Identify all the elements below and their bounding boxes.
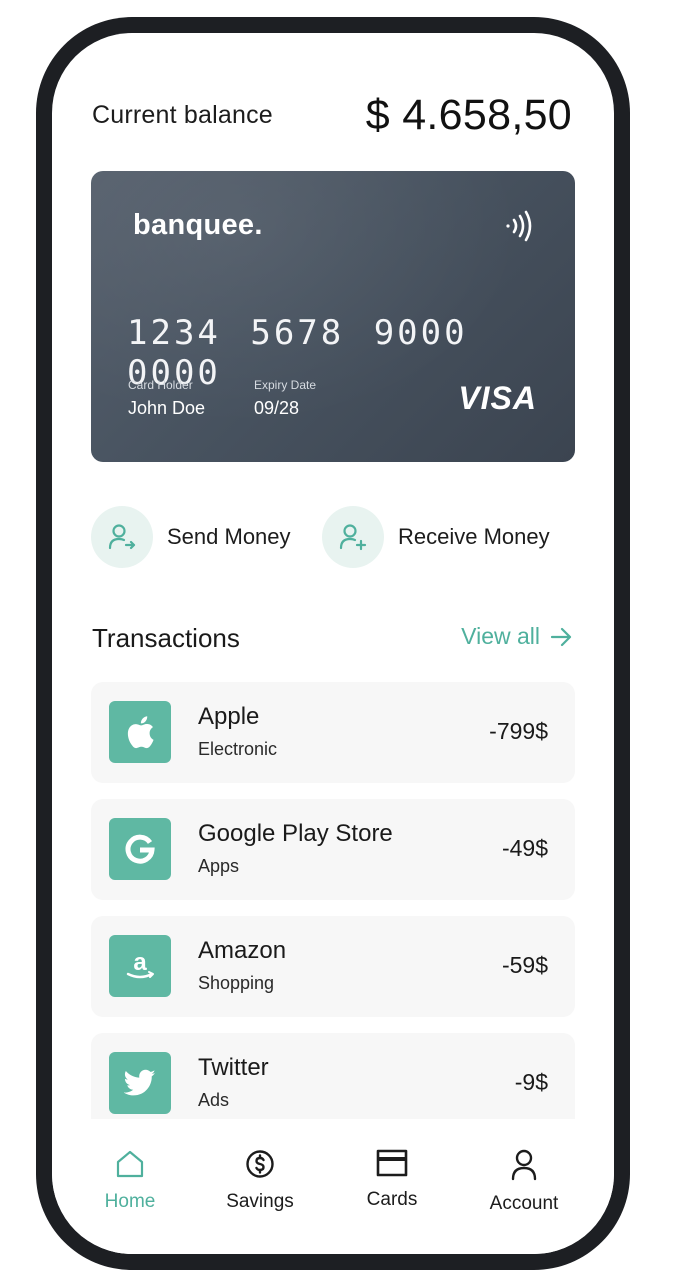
visa-logo: VISA — [458, 380, 537, 416]
user-receive-icon — [322, 506, 384, 568]
view-all-label: View all — [461, 623, 540, 649]
app-screen: Current balance $ 4.658,50 banquee. 1234… — [52, 33, 614, 1254]
transaction-row[interactable]: Google Play Store Apps -49$ — [91, 799, 575, 900]
transaction-row[interactable]: a Amazon Shopping -59$ — [91, 916, 575, 1017]
card-expiry-date: 09/28 — [254, 398, 300, 418]
nav-home-label: Home — [104, 1191, 156, 1212]
card-holder-label: Card Holder — [128, 378, 193, 392]
transaction-category: Apps — [198, 856, 240, 876]
apple-icon — [109, 701, 171, 763]
google-icon — [109, 818, 171, 880]
balance-label: Current balance — [92, 101, 273, 129]
svg-text:a: a — [133, 949, 147, 976]
arrow-right-icon — [550, 627, 572, 646]
nfc-icon — [506, 210, 532, 242]
home-icon — [116, 1150, 144, 1178]
transaction-name: Google Play Store — [198, 820, 393, 847]
bank-card[interactable]: banquee. 1234 5678 9000 0000 Card Holder… — [91, 171, 575, 462]
balance-amount: $ 4.658,50 — [365, 91, 572, 139]
transaction-amount: -49$ — [501, 835, 548, 861]
transaction-amount: -59$ — [501, 952, 548, 978]
card-icon — [376, 1149, 408, 1177]
transaction-amount: -799$ — [489, 718, 548, 744]
card-brand-logo: banquee. — [133, 209, 263, 241]
nav-cards-label: Cards — [366, 1189, 418, 1210]
receive-money-label: Receive Money — [398, 524, 550, 549]
transaction-amount: -9$ — [514, 1069, 548, 1095]
transaction-name: Apple — [198, 703, 260, 730]
send-money-button[interactable]: Send Money — [91, 505, 291, 569]
transaction-name: Twitter — [198, 1054, 269, 1081]
card-number: 1234 5678 9000 0000 — [127, 313, 468, 393]
transaction-category: Ads — [198, 1090, 230, 1110]
transaction-name: Amazon — [198, 937, 287, 964]
transaction-category: Shopping — [198, 973, 275, 993]
transaction-category: Electronic — [198, 739, 278, 759]
user-send-icon — [91, 506, 153, 568]
nav-home[interactable]: Home — [70, 1149, 190, 1213]
user-icon — [511, 1149, 537, 1181]
amazon-icon: a — [109, 935, 171, 997]
receive-money-button[interactable]: Receive Money — [322, 505, 550, 569]
card-holder-name: John Doe — [128, 398, 206, 418]
phone-frame: Current balance $ 4.658,50 banquee. 1234… — [36, 17, 630, 1270]
card-expiry-label: Expiry Date — [254, 378, 317, 392]
transaction-row[interactable]: Apple Electronic -799$ — [91, 682, 575, 783]
nav-account-label: Account — [489, 1193, 559, 1214]
nav-savings[interactable]: Savings — [200, 1149, 320, 1213]
nav-savings-label: Savings — [226, 1191, 294, 1212]
view-all-link[interactable]: View all — [461, 623, 572, 650]
send-money-label: Send Money — [167, 524, 291, 549]
twitter-icon — [109, 1052, 171, 1114]
transactions-title: Transactions — [92, 623, 240, 653]
dollar-circle-icon — [246, 1150, 274, 1178]
nav-cards[interactable]: Cards — [332, 1149, 452, 1211]
bottom-nav: Home Savings Cards Account — [52, 1119, 614, 1254]
nav-account[interactable]: Account — [464, 1149, 584, 1215]
